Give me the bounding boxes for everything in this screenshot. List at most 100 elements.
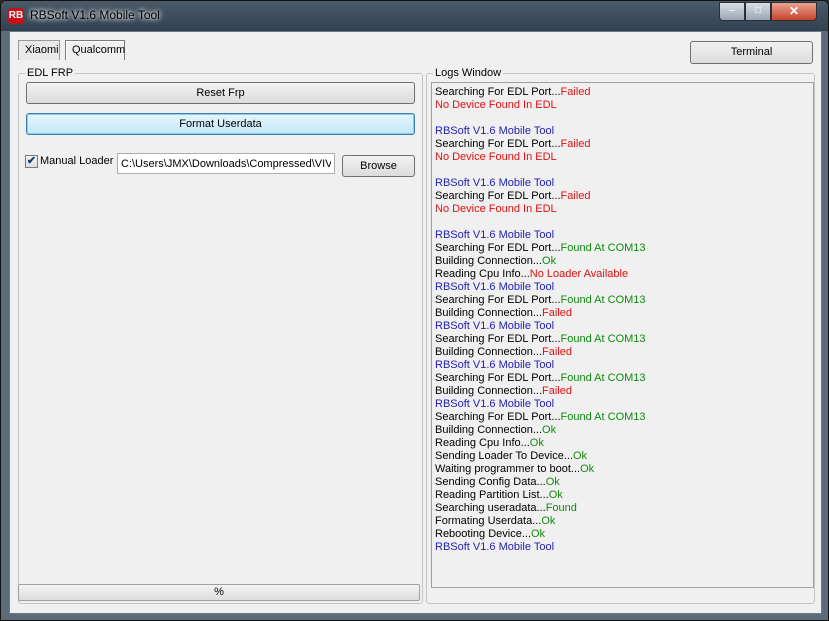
- terminal-button[interactable]: Terminal: [690, 41, 813, 64]
- log-segment: Building Connection...: [435, 307, 543, 319]
- close-button[interactable]: ✕: [771, 2, 817, 21]
- log-segment: RBSoft V1.6 Mobile Tool: [435, 281, 555, 293]
- logs-window-group-title: Logs Window: [433, 67, 504, 80]
- log-segment: Waiting programmer to boot...: [435, 463, 581, 475]
- log-segment: Found At COM13: [560, 333, 646, 345]
- log-segment: No Loader Available: [529, 268, 629, 280]
- log-line: Searching For EDL Port...Found At COM13: [435, 294, 810, 307]
- log-segment: Found At COM13: [560, 372, 646, 384]
- log-line: RBSoft V1.6 Mobile Tool: [435, 177, 810, 190]
- log-line: Reading Cpu Info...No Loader Available: [435, 268, 810, 281]
- log-line: Searching For EDL Port...Found At COM13: [435, 242, 810, 255]
- log-line: Building Connection...Failed: [435, 346, 810, 359]
- log-segment: Searching useradata...: [435, 502, 546, 514]
- log-segment: Failed: [560, 138, 591, 150]
- manual-loader-checkbox[interactable]: ✔: [25, 155, 38, 168]
- log-line: Searching For EDL Port...Failed: [435, 190, 810, 203]
- log-segment: Building Connection...: [435, 255, 543, 267]
- title-bar[interactable]: RB RBSoft V1.6 Mobile Tool – □ ✕: [1, 1, 828, 31]
- log-segment: Failed: [542, 346, 572, 358]
- logs-textbox[interactable]: Searching For EDL Port...Failed No Device…: [431, 82, 814, 588]
- log-segment: Building Connection...: [435, 346, 543, 358]
- log-line: RBSoft V1.6 Mobile Tool: [435, 320, 810, 333]
- log-segment: Ok: [541, 515, 556, 527]
- log-segment: RBSoft V1.6 Mobile Tool: [435, 320, 555, 332]
- log-line: Waiting programmer to boot...Ok: [435, 463, 810, 476]
- maximize-button[interactable]: □: [745, 2, 771, 21]
- log-segment: Found At COM13: [560, 242, 646, 254]
- log-segment: RBSoft V1.6 Mobile Tool: [435, 177, 555, 189]
- log-segment: RBSoft V1.6 Mobile Tool: [435, 229, 555, 241]
- log-line: Building Connection...Ok: [435, 255, 810, 268]
- log-segment: Sending Config Data...: [435, 476, 546, 488]
- log-line: RBSoft V1.6 Mobile Tool: [435, 398, 810, 411]
- log-line: Searching useradata...Found: [435, 502, 810, 515]
- log-line: No Device Found In EDL: [435, 203, 810, 216]
- log-line: Building Connection...Ok: [435, 424, 810, 437]
- log-line: RBSoft V1.6 Mobile Tool: [435, 229, 810, 242]
- log-line: Searching For EDL Port...Found At COM13: [435, 372, 810, 385]
- log-segment: Reading Partition List...: [435, 489, 549, 501]
- log-segment: RBSoft V1.6 Mobile Tool: [435, 359, 555, 371]
- log-segment: Found At COM13: [560, 411, 646, 423]
- log-line: Reading Partition List...Ok: [435, 489, 810, 502]
- progress-bar: %: [18, 584, 420, 601]
- log-line: RBSoft V1.6 Mobile Tool: [435, 125, 810, 138]
- log-line: Searching For EDL Port...Failed: [435, 138, 810, 151]
- log-segment: Failed: [560, 190, 591, 202]
- log-segment: Building Connection...: [435, 424, 543, 436]
- tab-xiaomi[interactable]: Xiaomi: [18, 40, 60, 60]
- minimize-button[interactable]: –: [719, 2, 745, 21]
- log-segment: Ok: [573, 450, 588, 462]
- edl-frp-group-title: EDL FRP: [25, 67, 76, 80]
- log-segment: Formating Userdata...: [435, 515, 542, 527]
- log-segment: Failed: [542, 307, 572, 319]
- close-icon: ✕: [788, 4, 800, 18]
- log-segment: Ok: [542, 255, 557, 267]
- log-segment: Ok: [580, 463, 595, 475]
- log-segment: RBSoft V1.6 Mobile Tool: [435, 125, 555, 137]
- log-segment: Searching For EDL Port...: [435, 190, 561, 202]
- checkmark-icon: ✔: [26, 155, 37, 167]
- minimize-icon: –: [729, 5, 735, 16]
- log-line: No Device Found In EDL: [435, 99, 810, 112]
- reset-frp-button[interactable]: Reset Frp: [26, 82, 415, 104]
- log-segment: RBSoft V1.6 Mobile Tool: [435, 541, 555, 553]
- client-area: Xiaomi Qualcomm Terminal EDL FRP Reset F…: [9, 31, 822, 614]
- log-segment: Reading Cpu Info...: [435, 437, 530, 449]
- manual-loader-label: Manual Loader: [40, 155, 114, 167]
- log-segment: Ok: [548, 489, 563, 501]
- browse-button[interactable]: Browse: [342, 155, 415, 177]
- log-segment: Ok: [545, 476, 560, 488]
- log-line: Building Connection...Failed: [435, 385, 810, 398]
- log-segment: Rebooting Device...: [435, 528, 531, 540]
- log-line: Rebooting Device...Ok: [435, 528, 810, 541]
- tab-qualcomm[interactable]: Qualcomm: [65, 40, 125, 60]
- log-line: Searching For EDL Port...Found At COM13: [435, 333, 810, 346]
- maximize-icon: □: [754, 5, 762, 16]
- log-segment: Searching For EDL Port...: [435, 138, 561, 150]
- log-segment: Searching For EDL Port...: [435, 294, 561, 306]
- log-segment: Ok: [542, 424, 557, 436]
- log-segment: Sending Loader To Device...: [435, 450, 573, 462]
- log-segment: RBSoft V1.6 Mobile Tool: [435, 398, 555, 410]
- loader-path-input[interactable]: [117, 153, 335, 174]
- log-segment: Searching For EDL Port...: [435, 411, 561, 423]
- log-line: Sending Config Data...Ok: [435, 476, 810, 489]
- log-line: No Device Found In EDL: [435, 151, 810, 164]
- progress-label: %: [214, 586, 224, 598]
- log-segment: Searching For EDL Port...: [435, 86, 561, 98]
- log-line: RBSoft V1.6 Mobile Tool: [435, 281, 810, 294]
- window-title: RBSoft V1.6 Mobile Tool: [30, 8, 160, 22]
- log-segment: Searching For EDL Port...: [435, 242, 561, 254]
- log-line: Searching For EDL Port...Found At COM13: [435, 411, 810, 424]
- log-line: Searching For EDL Port...Failed: [435, 86, 810, 99]
- log-segment: Failed: [542, 385, 572, 397]
- log-segment: Searching For EDL Port...: [435, 333, 561, 345]
- log-segment: Ok: [531, 528, 546, 540]
- log-segment: Building Connection...: [435, 385, 543, 397]
- log-segment: No Device Found In EDL: [435, 99, 557, 111]
- format-userdata-button[interactable]: Format Userdata: [26, 113, 415, 135]
